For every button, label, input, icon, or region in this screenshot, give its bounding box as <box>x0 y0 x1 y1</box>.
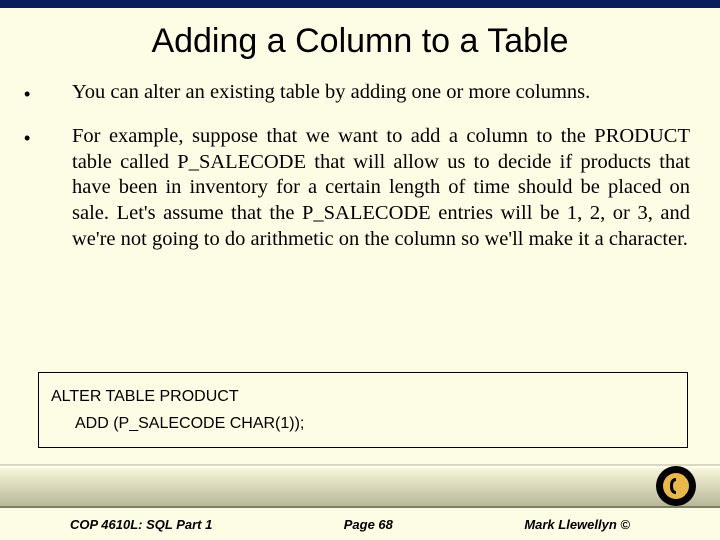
code-line: ALTER TABLE PRODUCT <box>51 383 675 410</box>
slide-title: Adding a Column to a Table <box>0 22 720 61</box>
bullet-text: You can alter an existing table by addin… <box>54 80 690 106</box>
ucf-logo-icon <box>654 464 698 508</box>
code-line: ADD (P_SALECODE CHAR(1)); <box>51 410 675 437</box>
footer-author: Mark Llewellyn © <box>524 517 630 532</box>
footer-page: Page 68 <box>344 517 393 532</box>
slide-body: • You can alter an existing table by add… <box>20 80 690 270</box>
bullet-item: • For example, suppose that we want to a… <box>20 124 690 252</box>
slide: Adding a Column to a Table • You can alt… <box>0 0 720 540</box>
top-border <box>0 0 720 8</box>
footer-course: COP 4610L: SQL Part 1 <box>70 517 212 532</box>
bullet-item: • You can alter an existing table by add… <box>20 80 690 106</box>
footer-bar <box>0 466 720 508</box>
bullet-text: For example, suppose that we want to add… <box>54 124 690 252</box>
code-box: ALTER TABLE PRODUCT ADD (P_SALECODE CHAR… <box>38 372 688 448</box>
bullet-dot: • <box>20 124 54 150</box>
bullet-dot: • <box>20 80 54 106</box>
footer-text: COP 4610L: SQL Part 1 Page 68 Mark Llewe… <box>70 517 630 532</box>
